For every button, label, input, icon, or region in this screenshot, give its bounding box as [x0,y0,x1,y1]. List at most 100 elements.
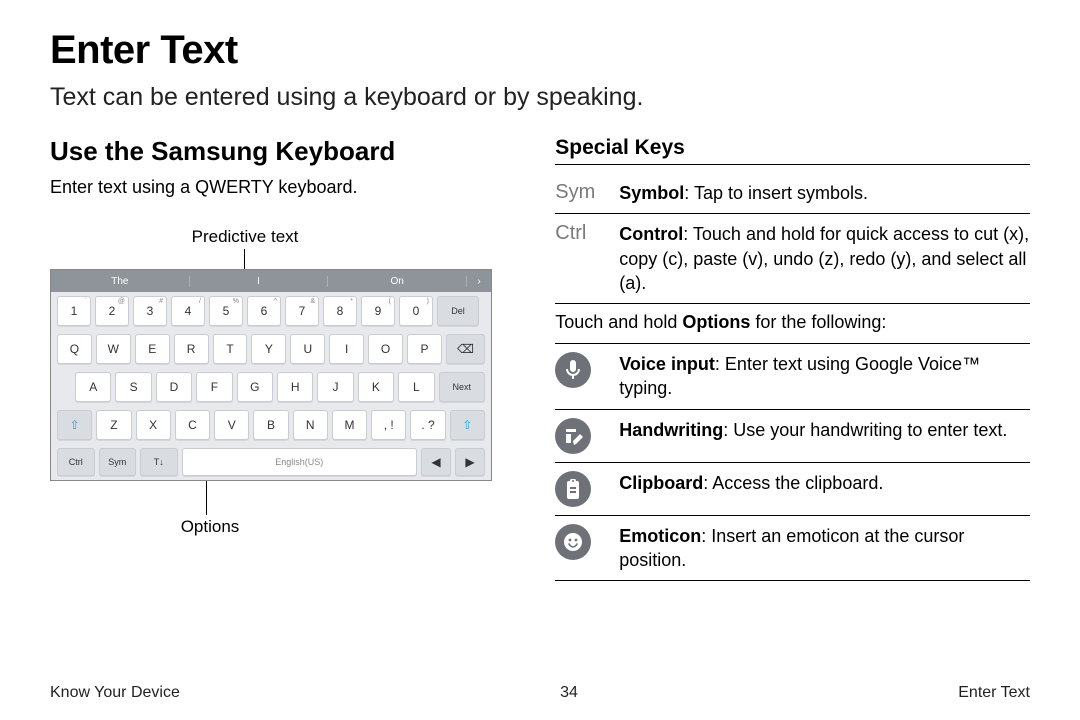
key-shift-right: ⇧ [450,410,485,440]
key-indicator: Sym [555,181,607,204]
icon-slot [555,352,607,388]
touch-hold-note: Touch and hold Options for the following… [555,304,1030,344]
key-g: G [237,372,273,402]
manual-page: Enter Text Text can be entered using a k… [0,0,1080,720]
callout-predictive-text: Predictive text [180,227,310,247]
keyboard-row-numbers: 1` 2@ 3# 4/ 5% 6^ 7& 8* 9( 0) Del [51,292,491,330]
predictive-word: On [328,276,467,287]
keyboard-row-zxcv: ⇧ Z X C V B N M , ! . ? ⇧ [51,406,491,444]
page-footer: Know Your Device 34 Enter Text [50,684,1030,702]
key-l: L [398,372,434,402]
key-indicator: Ctrl [555,222,607,245]
section-heading-keyboard: Use the Samsung Keyboard [50,136,515,167]
key-spacebar: English(US) [182,448,418,476]
footer-left: Know Your Device [50,684,180,702]
key-k: K [358,372,394,402]
key-description: Control: Touch and hold for quick access… [619,222,1030,295]
key-options: T↓ [140,448,178,476]
handwriting-icon [555,418,591,454]
left-column: Use the Samsung Keyboard Enter text usin… [50,136,515,581]
option-description: Voice input: Enter text using Google Voi… [619,352,1030,401]
key-period: . ? [410,410,445,440]
icon-slot [555,524,607,560]
callout-line [244,249,245,269]
smiley-icon [555,524,591,560]
section-heading-special-keys: Special Keys [555,136,1030,165]
key-r: R [174,334,209,364]
key-i: I [329,334,364,364]
key-next: Next [439,372,486,402]
keyboard-illustration: Predictive text The I On › 1` 2@ 3# 4/ 5… [50,227,515,537]
predictive-word: I [190,276,329,287]
key-b: B [253,410,288,440]
key-s: S [115,372,151,402]
icon-slot [555,471,607,507]
ctrl-key-label: Ctrl [555,222,586,245]
right-column: Special Keys Sym Symbol: Tap to insert s… [555,136,1030,581]
predictive-bar: The I On › [51,270,491,292]
option-row-clipboard: Clipboard: Access the clipboard. [555,463,1030,516]
key-q: Q [57,334,92,364]
key-u: U [290,334,325,364]
microphone-icon [555,352,591,388]
sym-key-label: Sym [555,181,595,204]
intro-text: Text can be entered using a keyboard or … [50,83,1030,112]
key-1: 1` [57,296,91,326]
key-5: 5% [209,296,243,326]
option-row-handwriting: Handwriting: Use your handwriting to ent… [555,410,1030,463]
special-key-row-sym: Sym Symbol: Tap to insert symbols. [555,173,1030,214]
key-2: 2@ [95,296,129,326]
key-9: 9( [361,296,395,326]
key-description: Symbol: Tap to insert symbols. [619,181,1030,205]
page-title: Enter Text [50,28,1030,73]
special-key-row-ctrl: Ctrl Control: Touch and hold for quick a… [555,214,1030,304]
key-w: W [96,334,131,364]
option-description: Clipboard: Access the clipboard. [619,471,1030,495]
key-4: 4/ [171,296,205,326]
key-delete: Del [437,296,479,326]
key-d: D [156,372,192,402]
two-column-layout: Use the Samsung Keyboard Enter text usin… [50,136,1030,581]
key-t: T [213,334,248,364]
key-z: Z [96,410,131,440]
keyboard-row-bottom: Ctrl Sym T↓ English(US) ◀ ▶ [51,444,491,480]
key-c: C [175,410,210,440]
key-backspace: ⌫ [446,334,485,364]
key-x: X [136,410,171,440]
key-j: J [317,372,353,402]
option-description: Handwriting: Use your handwriting to ent… [619,418,1030,442]
callout-line [206,481,207,515]
key-e: E [135,334,170,364]
callout-options: Options [180,517,240,537]
key-p: P [407,334,442,364]
clipboard-icon [555,471,591,507]
key-v: V [214,410,249,440]
section-body-keyboard: Enter text using a QWERTY keyboard. [50,175,515,199]
key-arrow-right: ▶ [455,448,485,476]
key-comma: , ! [371,410,406,440]
keyboard-row-asdf: A S D F G H J K L Next [51,368,491,406]
predictive-expand-icon: › [467,276,491,287]
keyboard-graphic: The I On › 1` 2@ 3# 4/ 5% 6^ 7& 8* [50,269,492,481]
key-6: 6^ [247,296,281,326]
footer-page-number: 34 [560,684,578,702]
key-y: Y [251,334,286,364]
option-description: Emoticon: Insert an emoticon at the curs… [619,524,1030,573]
key-o: O [368,334,403,364]
option-row-voice: Voice input: Enter text using Google Voi… [555,344,1030,410]
key-f: F [196,372,232,402]
key-arrow-left: ◀ [421,448,451,476]
key-a: A [75,372,111,402]
keyboard-row-qwerty: Q W E R T Y U I O P ⌫ [51,330,491,368]
predictive-word: The [51,276,190,287]
footer-right: Enter Text [958,684,1030,702]
key-0: 0) [399,296,433,326]
key-3: 3# [133,296,167,326]
key-ctrl: Ctrl [57,448,95,476]
key-7: 7& [285,296,319,326]
key-sym: Sym [99,448,137,476]
key-shift-left: ⇧ [57,410,92,440]
key-h: H [277,372,313,402]
key-8: 8* [323,296,357,326]
key-n: N [293,410,328,440]
